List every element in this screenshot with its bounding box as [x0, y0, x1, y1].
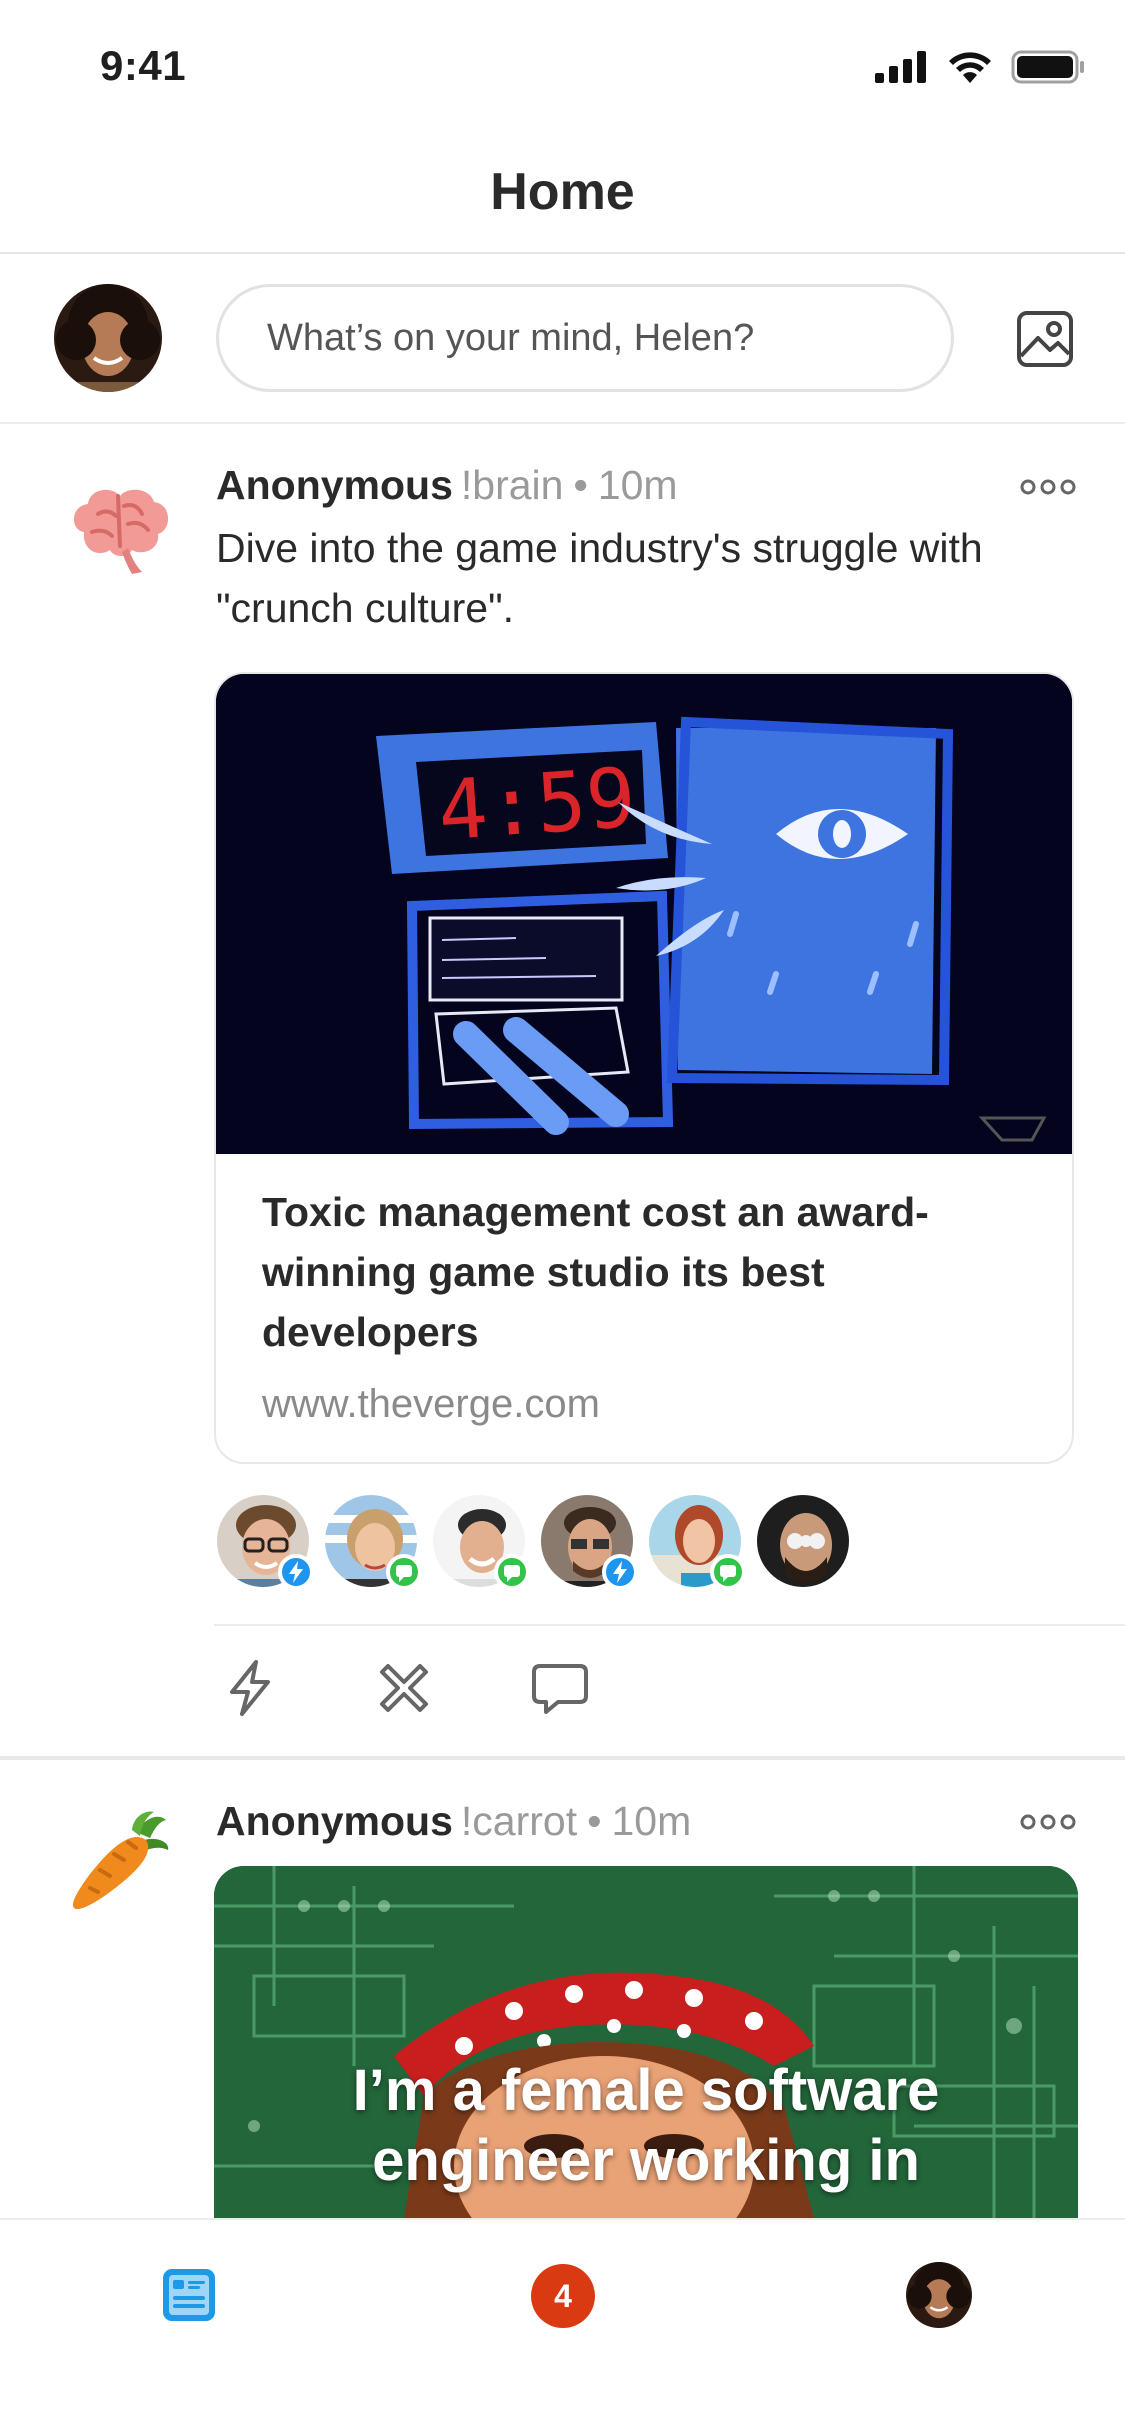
zap-badge-icon	[602, 1554, 638, 1590]
post-time: 10m	[597, 462, 678, 508]
status-bar: 9:41	[0, 0, 1125, 132]
author-name[interactable]: Anonymous	[216, 1798, 453, 1844]
link-headline[interactable]: Toxic management cost an award-winning g…	[262, 1182, 1022, 1362]
add-photo-icon[interactable]	[1016, 310, 1074, 368]
avatar[interactable]	[906, 2262, 972, 2328]
meme-caption-line-2: engineer working in	[372, 2128, 920, 2193]
nav-header: Home	[0, 132, 1125, 254]
zap-badge-icon	[278, 1554, 314, 1590]
message-badge-icon	[386, 1554, 422, 1590]
brain-icon	[73, 489, 169, 574]
message-badge-icon	[710, 1554, 746, 1590]
more-options-icon[interactable]	[1020, 479, 1076, 495]
separator-dot: •	[587, 1798, 602, 1844]
community-tag[interactable]: !brain	[461, 462, 564, 508]
status-icons	[875, 50, 1085, 84]
community-tag[interactable]: !carrot	[461, 1798, 577, 1844]
avatar[interactable]	[54, 284, 162, 392]
separator-dot: •	[573, 462, 588, 508]
status-input[interactable]: What’s on your mind, Helen?	[216, 284, 954, 392]
post-image[interactable]: I’m a female software engineer working i…	[214, 1866, 1078, 2218]
svg-text:4:59: 4:59	[435, 751, 639, 860]
tab-notifications-badge[interactable]: 4	[531, 2264, 595, 2328]
meme-caption-line-1: I’m a female software	[352, 2058, 940, 2123]
tab-feed-icon[interactable]	[160, 2266, 218, 2324]
post-composer: What’s on your mind, Helen?	[0, 254, 1125, 424]
status-time: 9:41	[100, 42, 187, 89]
page-title: Home	[490, 163, 635, 221]
link-preview-card[interactable]: 4:59 Toxic management cost an award-winn…	[214, 672, 1074, 1464]
carrot-icon	[72, 1811, 169, 1910]
avatar[interactable]	[754, 1492, 852, 1590]
link-domain: www.theverge.com	[262, 1382, 600, 1426]
signal-icon	[875, 51, 926, 83]
author-name[interactable]: Anonymous	[216, 462, 453, 508]
post-author-line: Anonymous !carrot • 10m	[216, 1798, 691, 1845]
post-text: Dive into the game industry's struggle w…	[216, 525, 983, 631]
wifi-icon	[949, 52, 991, 83]
battery-icon	[1011, 50, 1084, 84]
message-badge-icon	[494, 1554, 530, 1590]
post-time: 10m	[611, 1798, 692, 1844]
dismiss-icon[interactable]	[374, 1658, 434, 1718]
divider	[214, 1624, 1125, 1626]
more-options-icon[interactable]	[1020, 1814, 1076, 1830]
comment-icon[interactable]	[530, 1658, 590, 1718]
post-separator	[0, 1756, 1125, 1760]
tab-bar: 4	[0, 2218, 1125, 2436]
link-preview-image: 4:59	[216, 674, 1072, 1154]
post-author-line: Anonymous !brain • 10m	[216, 462, 678, 509]
zap-icon[interactable]	[220, 1658, 280, 1718]
